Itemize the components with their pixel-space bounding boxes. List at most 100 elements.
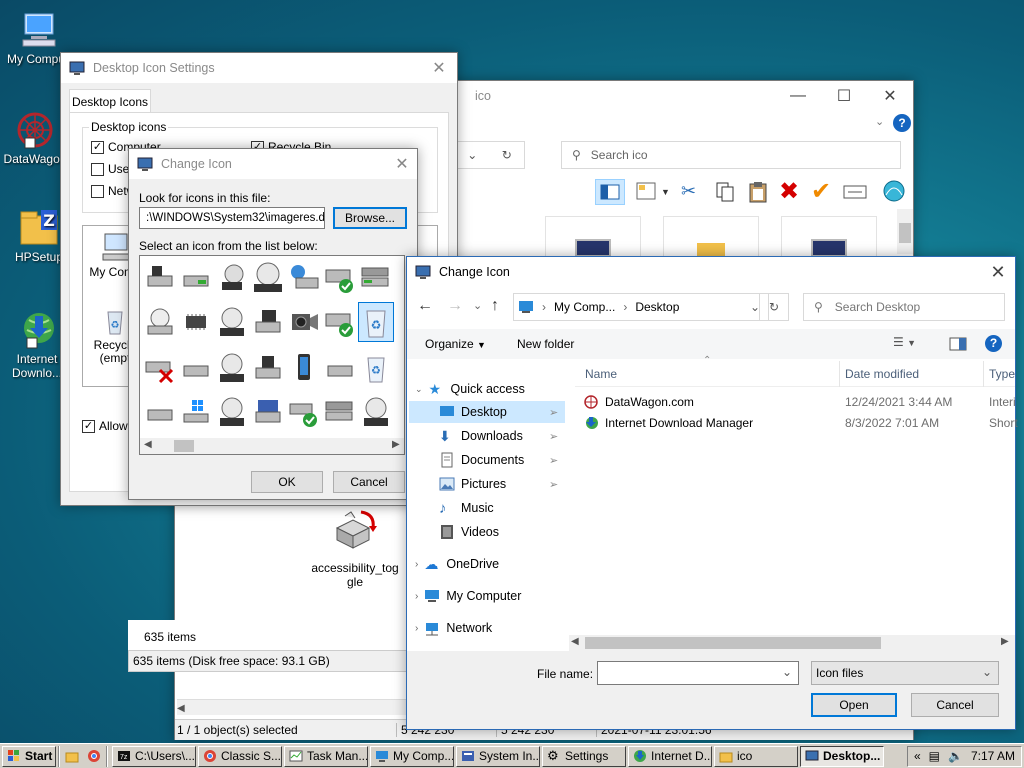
network-drive-icon[interactable] (288, 262, 320, 294)
cancel-button[interactable]: Cancel (333, 471, 405, 493)
file-type-filter[interactable]: Icon files ⌄ (811, 661, 999, 685)
drive-stack-icon[interactable] (360, 262, 392, 294)
new-folder-button[interactable]: New folder (517, 337, 574, 351)
help-icon[interactable]: ? (985, 335, 1002, 352)
start-button[interactable]: Start (2, 745, 56, 767)
nav-my-computer[interactable]: › My Computer (415, 588, 521, 604)
organize-button[interactable]: Organize ▼ (425, 337, 486, 351)
file-thumbnail[interactable] (781, 216, 877, 257)
pin-icon[interactable]: ➢ (549, 406, 558, 419)
column-header-name[interactable]: Name (585, 367, 617, 381)
phone-icon[interactable] (288, 352, 320, 384)
copy-icon[interactable] (715, 181, 735, 206)
pin-icon[interactable]: ➢ (549, 478, 558, 491)
floppy-drive-icon[interactable] (252, 396, 284, 428)
paste-icon[interactable] (747, 180, 769, 207)
nav-documents[interactable]: Documents (439, 452, 524, 468)
recent-locations-button[interactable]: ⌄ (473, 299, 482, 312)
checkbox-user[interactable]: User (91, 162, 133, 176)
drive-icon[interactable] (144, 262, 176, 294)
icon-grid-scrollbar[interactable]: ◀ ▶ (140, 438, 404, 454)
icon-file-path-input[interactable]: :\WINDOWS\System32\imageres.dll (139, 207, 325, 229)
icon-cell-selected[interactable]: ♻ (358, 302, 394, 342)
column-header-type[interactable]: Type (989, 367, 1015, 381)
task-desktop[interactable]: Desktop... (800, 745, 884, 767)
file-name-input[interactable]: ⌄ (597, 661, 799, 685)
nav-pictures[interactable]: Pictures (439, 476, 506, 492)
dvd-icon[interactable] (360, 396, 392, 428)
search-desktop-input[interactable]: ⚲ Search Desktop (803, 293, 1005, 321)
task-internet-download[interactable]: Internet D... (628, 745, 712, 767)
scrollbar-thumb[interactable] (585, 637, 881, 649)
drive-stack-icon[interactable] (324, 396, 356, 428)
clock[interactable]: 7:17 AM (971, 749, 1015, 763)
scroll-left-icon[interactable]: ◀ (571, 636, 579, 647)
task-console[interactable]: 7z C:\Users\... (112, 745, 196, 767)
nav-videos[interactable]: Videos (439, 524, 499, 540)
delete-icon[interactable]: ✖ (779, 177, 799, 206)
scroll-left-icon[interactable]: ◀ (177, 703, 185, 714)
up-button[interactable]: ↑ (491, 297, 499, 315)
drive-green-icon[interactable] (180, 262, 212, 294)
dvd-rom-icon[interactable] (216, 396, 248, 428)
dvd-r-icon[interactable] (216, 306, 248, 338)
folder-icon[interactable] (65, 749, 79, 763)
icon-grid[interactable]: ♻ ♻ ◀ ▶ (139, 255, 405, 455)
scrollbar-thumb[interactable] (899, 223, 911, 243)
camcorder-icon[interactable] (288, 306, 320, 338)
file-row[interactable]: DataWagon.com 12/24/2021 3:44 AM Interi (583, 393, 1016, 413)
task-my-computer[interactable]: My Comp... (370, 745, 454, 767)
explorer-address-end[interactable]: ⌄ ↻ (455, 141, 525, 169)
pin-icon[interactable]: ➢ (549, 430, 558, 443)
network-icon[interactable]: ▤ (929, 749, 940, 763)
tray-expand-button[interactable]: « (914, 749, 921, 763)
horizontal-scrollbar[interactable]: ◀ ▶ (569, 635, 1015, 651)
refresh-button[interactable]: ↻ (759, 293, 789, 321)
drive-icon[interactable] (144, 396, 176, 428)
preview-pane-icon[interactable] (949, 337, 967, 354)
preview-pane-button[interactable] (595, 179, 625, 205)
shell-icon[interactable] (881, 179, 907, 206)
scrollbar-thumb[interactable] (174, 440, 194, 452)
close-button[interactable]: ✕ (421, 53, 457, 83)
task-system-info[interactable]: System In... (456, 745, 540, 767)
forward-button[interactable]: → (447, 297, 463, 315)
task-classic-shell[interactable]: Classic S... (198, 745, 282, 767)
chip-icon[interactable] (180, 306, 212, 338)
pin-icon[interactable]: ➢ (549, 454, 558, 467)
volume-icon[interactable]: 🔈 (948, 749, 963, 763)
file-item-accessibility-toggle[interactable]: accessibility_toggle (307, 506, 403, 616)
task-settings[interactable]: ⚙ Settings (542, 745, 626, 767)
tab-desktop-icons[interactable]: Desktop Icons (69, 89, 151, 113)
task-task-manager[interactable]: Task Man... (284, 745, 368, 767)
view-options-icon[interactable]: ☰ ▼ (893, 335, 916, 349)
view-icon[interactable]: ▼ (635, 181, 670, 206)
nav-network[interactable]: › Network (415, 620, 492, 636)
minimize-button[interactable]: — (775, 81, 821, 111)
maximize-button[interactable]: ☐ (821, 81, 867, 111)
scroll-left-icon[interactable]: ◀ (144, 439, 152, 450)
close-button[interactable]: ✕ (867, 81, 913, 111)
nav-quick-access[interactable]: ⌄ ★ Quick access (415, 381, 525, 397)
ok-button[interactable]: OK (251, 471, 323, 493)
dvd-ram-icon[interactable] (216, 352, 248, 384)
drive-check-icon[interactable] (324, 306, 356, 338)
checkmark-icon[interactable]: ✔ (811, 177, 831, 206)
dvd-drive-icon[interactable] (216, 262, 248, 294)
nav-onedrive[interactable]: › ☁ OneDrive (415, 556, 499, 572)
open-button[interactable]: Open (811, 693, 897, 717)
cancel-button[interactable]: Cancel (911, 693, 999, 717)
file-row[interactable]: Internet Download Manager 8/3/2022 7:01 … (583, 414, 1018, 434)
nav-desktop[interactable]: Desktop (439, 404, 507, 420)
cut-icon[interactable]: ✂ (681, 181, 696, 202)
chevron-down-icon[interactable]: ⌄ (782, 665, 792, 679)
task-ico-folder[interactable]: ico (714, 745, 798, 767)
browse-button[interactable]: Browse... (333, 207, 407, 229)
breadcrumb-my-computer[interactable]: My Comp... (554, 300, 615, 314)
network-check-icon[interactable] (288, 396, 320, 428)
close-button[interactable]: ✕ (387, 149, 417, 179)
windows-drive-icon[interactable] (180, 396, 212, 428)
scroll-right-icon[interactable]: ▶ (1001, 636, 1009, 647)
nav-downloads[interactable]: ⬇ Downloads (439, 428, 523, 444)
drive-icon[interactable] (324, 352, 356, 384)
